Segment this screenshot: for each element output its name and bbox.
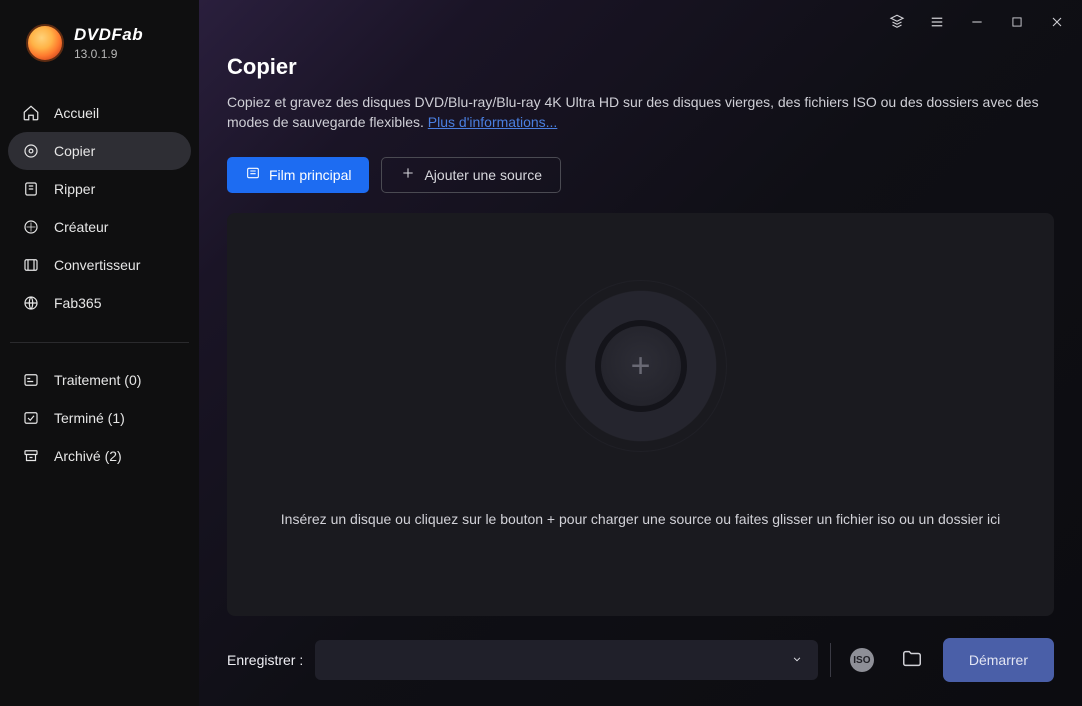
add-source-button[interactable]: Ajouter une source [381, 157, 561, 193]
close-button[interactable] [1046, 11, 1068, 33]
drop-add-button[interactable]: + [595, 320, 687, 412]
content: Copier Copiez et gravez des disques DVD/… [199, 44, 1082, 706]
start-button[interactable]: Démarrer [943, 638, 1054, 682]
brand-text: DVDFab 13.0.1.9 [74, 25, 143, 62]
sidebar-item-ripper[interactable]: Ripper [8, 170, 191, 208]
sidebar-item-label: Fab365 [54, 295, 101, 311]
plus-icon [400, 165, 416, 184]
drop-hint-text: Insérez un disque ou cliquez sur le bout… [251, 511, 1030, 547]
add-source-label: Ajouter une source [424, 167, 542, 183]
save-to-label: Enregistrer : [227, 652, 303, 668]
more-info-link[interactable]: Plus d'informations... [428, 114, 558, 130]
titlebar [199, 0, 1082, 44]
sidebar-item-termine[interactable]: Terminé (1) [8, 399, 191, 437]
folder-output-button[interactable] [893, 641, 931, 679]
sidebar-item-convertisseur[interactable]: Convertisseur [8, 246, 191, 284]
menu-icon[interactable] [926, 11, 948, 33]
sidebar-item-copier[interactable]: Copier [8, 132, 191, 170]
sidebar-item-traitement[interactable]: Traitement (0) [8, 361, 191, 399]
sidebar-item-label: Archivé (2) [54, 448, 122, 464]
iso-output-button[interactable]: ISO [843, 641, 881, 679]
iso-icon: ISO [850, 648, 874, 672]
page-description: Copiez et gravez des disques DVD/Blu-ray… [227, 92, 1047, 133]
dropzone[interactable]: + Insérez un disque ou cliquez sur le bo… [227, 213, 1054, 616]
start-button-label: Démarrer [969, 652, 1028, 668]
progress-icon [22, 371, 40, 389]
sidebar-item-archive[interactable]: Archivé (2) [8, 437, 191, 475]
drop-circle-ring: + [556, 281, 726, 451]
sidebar-divider [10, 342, 189, 343]
brand-name: DVDFab [74, 25, 143, 45]
brand-version: 13.0.1.9 [74, 47, 143, 61]
main-panel: Copier Copiez et gravez des disques DVD/… [199, 0, 1082, 706]
footer-separator [830, 643, 831, 677]
brand-logo [26, 24, 64, 62]
done-icon [22, 409, 40, 427]
action-row: Film principal Ajouter une source [227, 157, 1054, 193]
sidebar-item-accueil[interactable]: Accueil [8, 94, 191, 132]
maximize-button[interactable] [1006, 11, 1028, 33]
sidebar-item-label: Copier [54, 143, 95, 159]
minimize-button[interactable] [966, 11, 988, 33]
sidebar: DVDFab 13.0.1.9 Accueil Copier Ripper Cr… [0, 0, 199, 706]
archive-icon [22, 447, 40, 465]
sidebar-item-label: Accueil [54, 105, 99, 121]
list-icon [245, 165, 261, 184]
converter-icon [22, 256, 40, 274]
sidebar-item-fab365[interactable]: Fab365 [8, 284, 191, 322]
nav-main: Accueil Copier Ripper Créateur Convertis… [0, 80, 199, 322]
nav-status: Traitement (0) Terminé (1) Archivé (2) [0, 361, 199, 475]
theme-icon[interactable] [886, 11, 908, 33]
sidebar-item-label: Ripper [54, 181, 95, 197]
home-icon [22, 104, 40, 122]
globe-icon [22, 294, 40, 312]
main-movie-button[interactable]: Film principal [227, 157, 369, 193]
sidebar-item-label: Traitement (0) [54, 372, 141, 388]
disc-icon [22, 142, 40, 160]
save-destination-select[interactable] [315, 640, 818, 680]
rip-icon [22, 180, 40, 198]
sidebar-item-label: Terminé (1) [54, 410, 125, 426]
page-title: Copier [227, 54, 1054, 80]
sidebar-item-createur[interactable]: Créateur [8, 208, 191, 246]
description-text: Copiez et gravez des disques DVD/Blu-ray… [227, 94, 1039, 130]
plus-large-icon: + [631, 347, 651, 386]
sidebar-item-label: Créateur [54, 219, 108, 235]
footer-bar: Enregistrer : ISO Démarrer [227, 638, 1054, 706]
sidebar-item-label: Convertisseur [54, 257, 140, 273]
creator-icon [22, 218, 40, 236]
brand-block: DVDFab 13.0.1.9 [0, 18, 199, 80]
chevron-down-icon [790, 652, 804, 669]
folder-icon [901, 648, 923, 673]
main-movie-label: Film principal [269, 167, 351, 183]
